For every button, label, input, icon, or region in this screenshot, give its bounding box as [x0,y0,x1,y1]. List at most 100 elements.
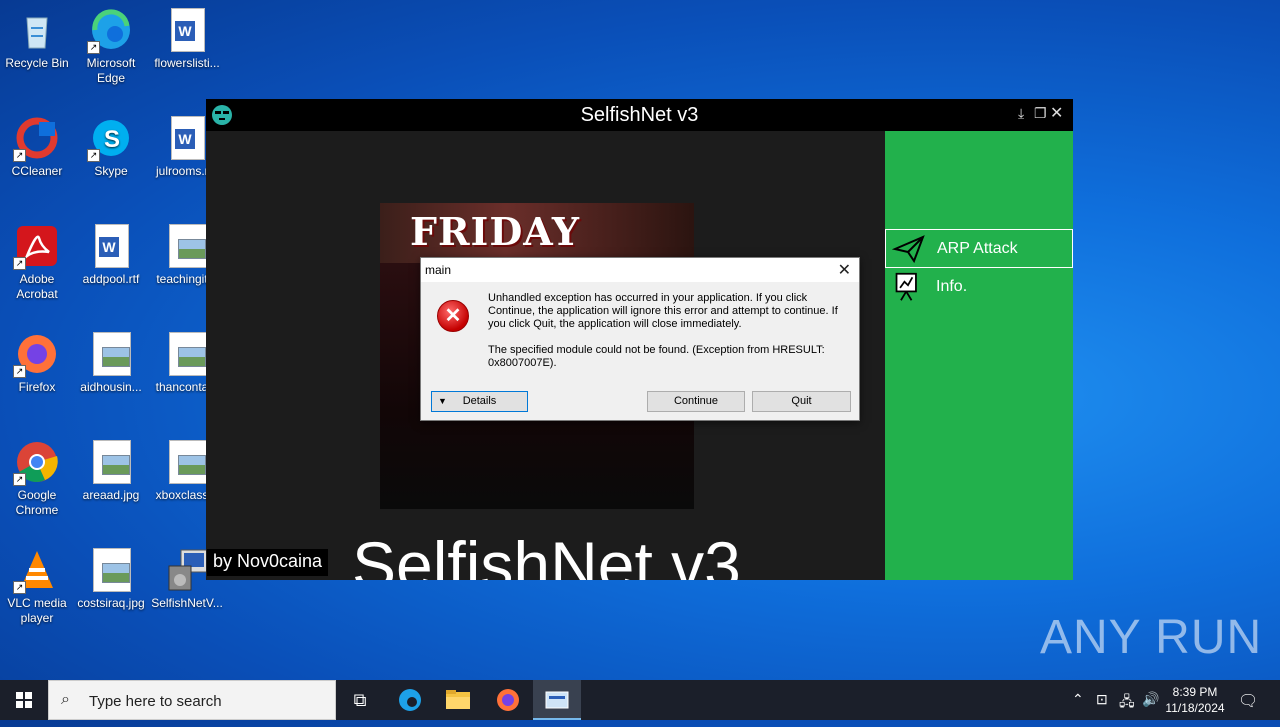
acrobat-icon: ↗ [13,224,59,270]
search-placeholder: Type here to search [89,693,222,710]
desktop-icon[interactable]: aidhousin... [74,324,148,395]
word-doc-icon [89,224,133,268]
image-file-icon [89,332,133,376]
poster-text: FRIDAY [410,209,581,254]
clock-date: 11/18/2024 [1165,701,1225,715]
volume-icon[interactable]: 🔊 [1142,691,1159,708]
desktop-icon-label: Google Chrome [15,488,59,517]
image-file-icon [165,440,209,484]
paper-plane-icon [892,235,925,264]
image-file-icon [165,332,209,376]
device-icon[interactable]: ⊡ [1096,691,1108,708]
shortcut-arrow-icon: ↗ [13,149,26,162]
skype-icon: S ↗ [87,116,133,162]
details-label: Details [462,395,497,407]
search-box[interactable]: ⌕ Type here to search [48,680,336,720]
error-icon: ✕ [437,300,469,332]
word-doc-icon [165,116,209,160]
desktop-icon[interactable]: ↗ Adobe Acrobat [0,216,74,302]
desktop-icon[interactable]: ↗ Microsoft Edge [74,0,148,86]
vlc-icon: ↗ [13,548,59,594]
dialog-title: main [425,263,452,277]
byline: by Nov0caina [207,549,329,576]
task-view-icon[interactable]: ⧉ [336,680,384,720]
details-button[interactable]: ▼ Details [431,391,528,412]
app-titlebar[interactable]: SelfishNet v3 ⤓ ❐ ✕ [206,99,1073,131]
exception-message: The specified module could not be found.… [488,344,825,369]
shortcut-arrow-icon: ↗ [13,365,26,378]
desktop-icon[interactable]: addpool.rtf [74,216,148,287]
restore-icon[interactable]: ❐ [1034,105,1047,122]
error-message: Unhandled exception has occurred in your… [488,292,838,330]
selfishnet-taskbar-icon[interactable] [533,680,581,720]
file-explorer-icon[interactable] [434,680,482,720]
shortcut-arrow-icon: ↗ [13,581,26,594]
close-icon[interactable]: ✕ [1050,103,1063,123]
chevron-up-icon[interactable]: ⌃ [1072,691,1084,708]
app-title: SelfishNet v3 [580,104,699,126]
presentation-icon [895,272,917,301]
desktop-icon-label: addpool.rtf [82,272,140,286]
continue-button[interactable]: Continue [647,391,745,412]
sidebar-item-arp-attack[interactable]: ARP Attack [885,229,1073,268]
svg-text:S: S [104,126,120,153]
download-icon[interactable]: ⤓ [1018,105,1024,122]
desktop-icon[interactable]: ↗ Google Chrome [0,432,74,518]
notification-icon[interactable]: 🗨 [1238,691,1258,711]
sidebar-item-info[interactable]: Info. [885,268,1071,305]
desktop-icon[interactable]: ↗ Firefox [0,324,74,395]
system-clock[interactable]: 8:39 PM 11/18/2024 [1160,684,1230,716]
desktop-icon-label: CCleaner [11,164,63,178]
desktop-icon-label: flowerslisti... [154,56,220,70]
image-file-icon [89,440,133,484]
desktop-icon-label: VLC media player [7,596,67,625]
desktop-icon[interactable]: costsiraq.jpg [74,540,148,611]
desktop-icon[interactable]: areaad.jpg [74,432,148,503]
error-dialog: main ✕ ✕ Unhandled exception has occurre… [420,257,860,421]
sidebar-item-label: Info. [936,278,968,295]
sidebar-item-label: ARP Attack [937,240,1018,257]
desktop-icon-label: Recycle Bin [5,56,69,70]
shortcut-arrow-icon: ↗ [87,149,100,162]
word-doc-icon [165,8,209,52]
start-button[interactable] [0,680,48,720]
desktop-icon[interactable]: flowerslisti... [150,0,224,71]
installer-icon [165,548,209,592]
dialog-titlebar[interactable]: main ✕ [421,258,859,282]
close-icon[interactable]: ✕ [838,260,851,280]
edge-taskbar-icon[interactable] [386,680,434,720]
image-file-icon [165,224,209,268]
desktop-icon[interactable]: S ↗ Skype [74,108,148,179]
chevron-down-icon: ▼ [438,396,447,406]
desktop-icon-label: aidhousin... [80,380,142,394]
image-file-icon [89,548,133,592]
desktop-icon-label: Microsoft Edge [86,56,136,85]
shortcut-arrow-icon: ↗ [87,41,100,54]
desktop-icon[interactable]: ↗ CCleaner [0,108,74,179]
desktop-icon-label: costsiraq.jpg [77,596,145,610]
desktop-icon[interactable]: Recycle Bin [0,0,74,71]
quit-button[interactable]: Quit [752,391,851,412]
desktop-icon-label: Skype [94,164,128,178]
desktop-icon-label: SelfishNetV... [151,596,223,610]
search-icon: ⌕ [61,691,70,708]
big-title-text: SelfishNet v3 [352,528,741,580]
desktop-icon-label: areaad.jpg [82,488,140,502]
shortcut-arrow-icon: ↗ [13,473,26,486]
desktop-icon-label: Adobe Acrobat [16,272,58,301]
desktop-icon-label: Firefox [18,380,56,394]
watermark: ANY RUN [1040,611,1263,664]
clock-time: 8:39 PM [1172,685,1218,699]
chrome-icon: ↗ [13,440,59,486]
edge-icon: ↗ [87,8,133,54]
firefox-taskbar-icon[interactable] [484,680,532,720]
network-icon[interactable]: 🖧 [1119,691,1135,715]
recycle-bin-icon [15,8,59,52]
taskbar: ⌕ Type here to search ⧉ ⌃ ⊡ 🖧 🔊 8:39 PM … [0,680,1280,720]
ccleaner-icon: ↗ [13,116,59,162]
firefox-icon: ↗ [13,332,59,378]
desktop-icon[interactable]: ↗ VLC media player [0,540,74,626]
sidebar: ARP Attack Info. [885,131,1073,580]
windows-icon [16,692,32,708]
shortcut-arrow-icon: ↗ [13,257,26,270]
